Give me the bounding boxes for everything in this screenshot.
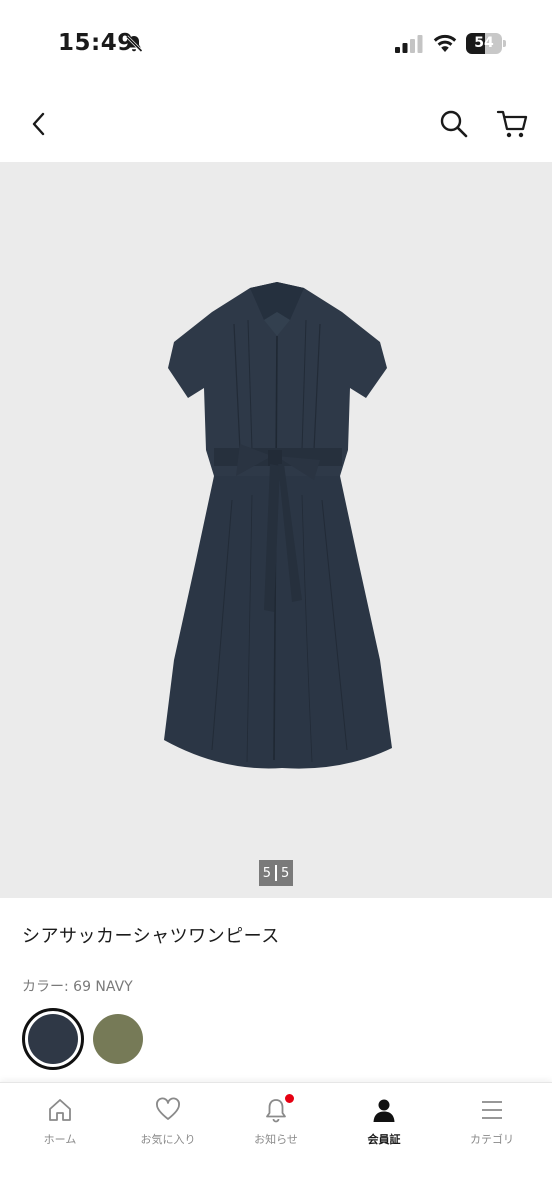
back-button[interactable] <box>24 108 54 140</box>
heart-icon <box>156 1097 180 1120</box>
nav-category[interactable]: カテゴリ <box>442 1097 542 1157</box>
product-image-gallery[interactable]: 5 5 <box>0 162 552 898</box>
nav-favorites[interactable]: お気に入り <box>118 1097 218 1157</box>
pager-current: 5 <box>262 865 271 881</box>
nav-home[interactable]: ホーム <box>10 1097 110 1157</box>
color-swatch-olive[interactable] <box>87 1008 149 1070</box>
nav-membership-label: 会員証 <box>367 1133 401 1146</box>
color-label: カラー: 69 NAVY <box>22 979 133 995</box>
product-title: シアサッカーシャツワンピース <box>22 926 280 947</box>
nav-notifications[interactable]: お知らせ <box>226 1093 326 1157</box>
swatch-fill <box>93 1014 143 1064</box>
app-header <box>0 92 552 162</box>
search-icon <box>440 110 468 138</box>
image-pager: 5 5 <box>259 860 293 886</box>
nav-favorites-label: お気に入り <box>140 1133 196 1146</box>
person-icon <box>373 1099 395 1122</box>
cellular-signal-icon <box>395 35 423 53</box>
battery-level-text: 54 <box>474 35 494 51</box>
battery-indicator: 54 <box>466 33 506 54</box>
nav-membership[interactable]: 会員証 <box>334 1097 434 1157</box>
color-swatch-navy[interactable] <box>22 1008 84 1070</box>
nav-home-label: ホーム <box>43 1133 77 1146</box>
status-bar: 15:49 54 <box>0 0 552 92</box>
chevron-left-icon <box>32 112 45 136</box>
notification-badge <box>284 1093 295 1104</box>
cart-icon <box>496 110 528 138</box>
cart-button[interactable] <box>496 108 530 140</box>
menu-icon <box>482 1101 502 1119</box>
home-icon <box>49 1099 71 1121</box>
product-image-dress <box>164 282 392 769</box>
swatch-fill <box>28 1014 78 1064</box>
bell-icon-wrap <box>263 1093 295 1123</box>
pager-total: 5 <box>281 865 290 881</box>
bell-muted-icon <box>125 35 143 53</box>
search-button[interactable] <box>438 108 470 140</box>
nav-notifications-label: お知らせ <box>254 1133 298 1146</box>
wifi-icon <box>433 34 457 52</box>
nav-category-label: カテゴリ <box>470 1133 514 1146</box>
status-time: 15:49 <box>58 30 134 56</box>
bottom-navigation: ホーム お気に入り お知らせ 会員証 カテゴリ <box>0 1082 552 1200</box>
